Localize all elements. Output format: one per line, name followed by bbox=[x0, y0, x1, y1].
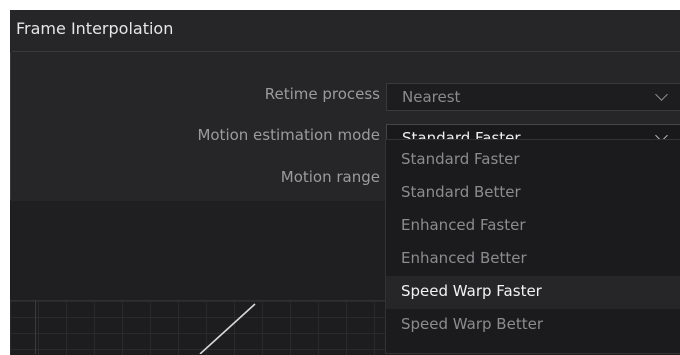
dropdown-option-speed-warp-faster[interactable]: Speed Warp Faster bbox=[386, 276, 680, 309]
dropdown-option-standard-better[interactable]: Standard Better bbox=[386, 177, 680, 210]
frame-interpolation-panel: Frame Interpolation Retime process Neare… bbox=[10, 10, 680, 355]
dropdown-option-standard-faster[interactable]: Standard Faster bbox=[386, 144, 680, 177]
dropdown-option-enhanced-better[interactable]: Enhanced Better bbox=[386, 243, 680, 276]
dropdown-option-speed-warp-better[interactable]: Speed Warp Better bbox=[386, 309, 680, 342]
dropdown-option-enhanced-faster[interactable]: Enhanced Faster bbox=[386, 210, 680, 243]
motion-estimation-dropdown: Standard Faster Standard Better Enhanced… bbox=[385, 139, 680, 354]
app-window: Frame Interpolation Retime process Neare… bbox=[0, 0, 680, 355]
